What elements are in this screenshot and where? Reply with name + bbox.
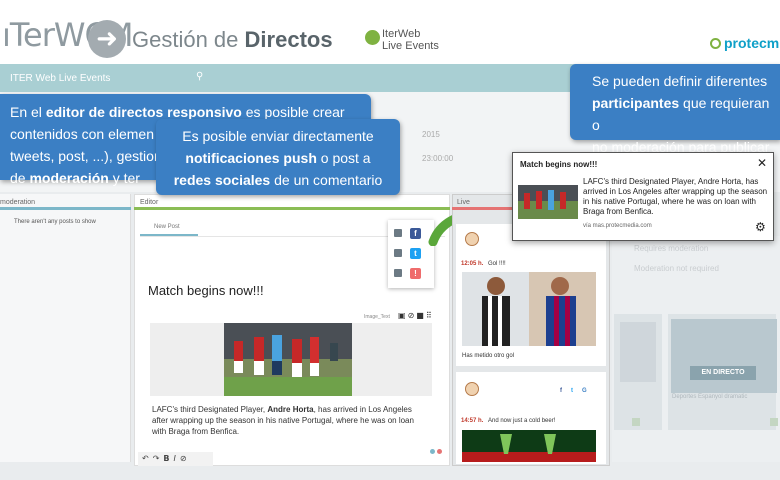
football-match-photo <box>224 323 352 396</box>
search-icon[interactable]: ⚲ <box>196 71 203 82</box>
callout-participants: Se pueden definir diferentes participant… <box>570 64 780 155</box>
notification-title: Match begins now!!! <box>520 160 598 169</box>
delete-icon[interactable]: ■ <box>416 311 426 320</box>
moderation-accent-bar <box>0 207 131 210</box>
notification-thumbnail <box>518 185 578 219</box>
time-field[interactable]: 23:00:00 <box>422 154 453 163</box>
moderation-column-title: moderation <box>0 199 36 206</box>
facebook-icon[interactable]: f <box>410 228 421 239</box>
push-notification-checkbox[interactable] <box>394 269 402 277</box>
link-icon[interactable]: ⊘ <box>408 311 417 320</box>
avatar <box>465 232 479 246</box>
post-text: Gol !!!! <box>488 261 506 267</box>
status-dot-blue <box>430 449 435 454</box>
post-caption: Has metido otro gol <box>462 353 515 359</box>
editor-accent-bar <box>134 207 450 210</box>
notification-text: LAFC's third Designated Player, Andre Ho… <box>583 177 768 216</box>
beer-photo <box>462 430 596 462</box>
team-crest-image <box>620 322 656 382</box>
image-icon[interactable]: ▣ <box>398 311 408 320</box>
push-notification-icon[interactable]: ! <box>410 268 421 279</box>
bold-button[interactable]: B <box>163 454 173 463</box>
close-icon[interactable]: ✕ <box>757 156 767 170</box>
post-text: And now just a cold beer! <box>488 418 556 424</box>
post-body[interactable]: LAFC's third Designated Player, Andre Ho… <box>152 404 427 437</box>
match-thumbnail-image <box>671 319 777 393</box>
status-square <box>770 418 778 426</box>
status-dot-red <box>437 449 442 454</box>
avatar <box>465 382 479 396</box>
status-square <box>632 418 640 426</box>
editor-column-title: Editor <box>140 199 159 206</box>
date-field[interactable]: 2015 <box>422 130 440 139</box>
image-label: Image_Text <box>364 314 390 320</box>
option-no-moderation[interactable]: Moderation not required <box>634 264 719 273</box>
iterweb-live-events-label: IterWeb Live Events <box>382 28 439 52</box>
undo-icon[interactable]: ↶ <box>142 454 153 463</box>
redo-icon[interactable]: ↷ <box>153 454 164 463</box>
protecmedia-logo: protecm <box>724 35 780 51</box>
post-image-container <box>150 323 432 396</box>
option-requires-moderation[interactable]: Requires moderation <box>634 244 708 253</box>
app-title: ITER Web Live Events <box>10 73 111 84</box>
clear-format-icon[interactable]: ⊘ <box>180 454 191 463</box>
facebook-share-icon[interactable]: f <box>560 388 562 394</box>
live-column-title: Live <box>457 199 470 206</box>
callout-push-notifications: Es posible enviar directamente notificac… <box>156 119 400 195</box>
no-posts-message: There aren't any posts to show <box>14 219 96 225</box>
notification-source: vía mas.protecmedia.com <box>583 223 652 229</box>
arrow-right-icon: ➜ <box>88 20 126 58</box>
card-caption: Deportes Espanyol dramatic <box>672 394 748 400</box>
google-share-icon[interactable]: G <box>582 388 587 394</box>
twitter-icon[interactable]: t <box>410 248 421 259</box>
facebook-checkbox[interactable] <box>394 229 402 237</box>
players-photo <box>462 272 596 346</box>
twitter-share-icon[interactable]: t <box>571 388 573 394</box>
post-time: 12:05 h. <box>461 261 484 267</box>
tab-new-post[interactable]: New Post <box>154 224 180 230</box>
page-title: Gestión de Directos <box>132 27 333 52</box>
image-toolbar: ▣⊘■⠿ <box>398 311 434 320</box>
editor-toolbar: ↶↷BI⊘ <box>138 452 213 466</box>
gear-icon[interactable]: ⚙ <box>755 220 766 234</box>
twitter-checkbox[interactable] <box>394 249 402 257</box>
moderation-column <box>0 194 131 462</box>
post-title[interactable]: Match begins now!!! <box>148 283 264 298</box>
iterweb-badge-icon <box>365 30 380 45</box>
post-time: 14:57 h. <box>461 418 484 424</box>
live-badge: EN DIRECTO <box>690 366 756 380</box>
drag-handle-icon[interactable]: ⠿ <box>426 311 434 320</box>
